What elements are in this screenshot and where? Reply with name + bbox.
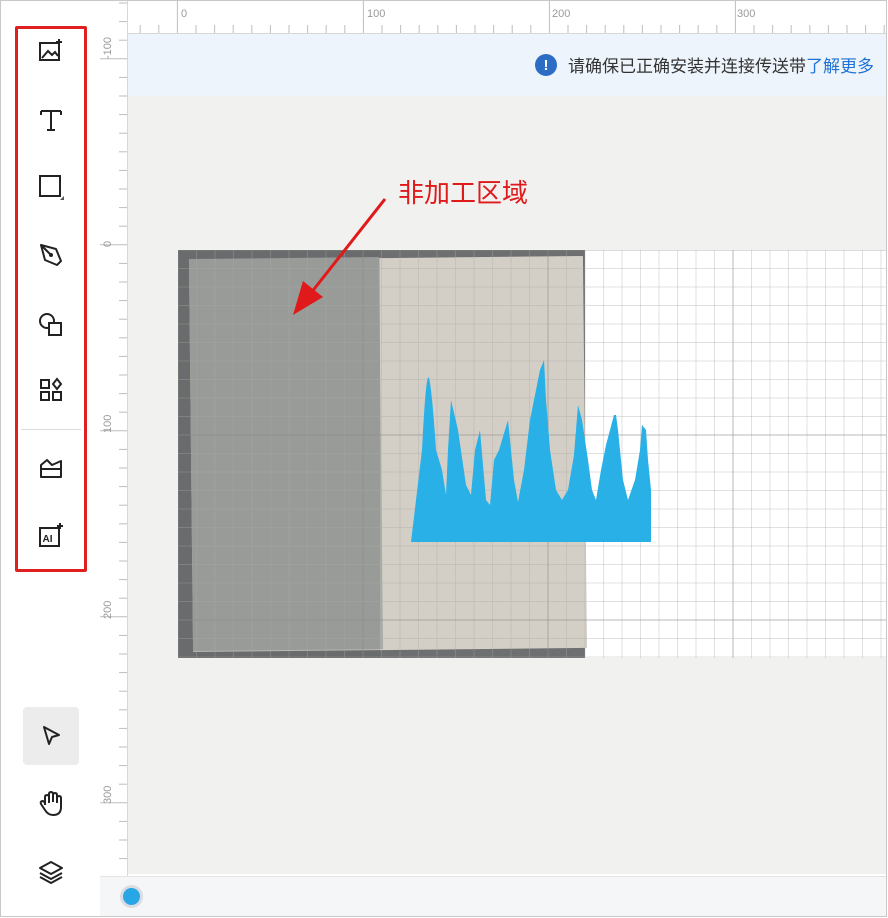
annotation-label: 非加工区域 <box>398 179 529 209</box>
add-image-icon <box>39 39 62 61</box>
elements-grid-icon <box>40 377 63 401</box>
elements-button[interactable] <box>23 362 79 418</box>
svg-text:AI: AI <box>43 534 53 545</box>
bottom-status-bar <box>100 876 886 916</box>
ruler-left-label: -100 <box>102 36 114 59</box>
shapes-icon <box>39 313 62 336</box>
rectangle-icon <box>39 175 64 200</box>
pen-tool-button[interactable] <box>23 227 79 283</box>
app-window: AI 0 100 200 300 -100 0 100 200 300 ! 请确… <box>0 0 887 917</box>
add-image-button[interactable] <box>23 23 79 79</box>
pen-icon <box>40 244 62 266</box>
design-canvas[interactable]: ! 请确保已正确安装并连接传送带了解更多 <box>128 34 886 874</box>
layers-icon <box>39 861 63 884</box>
ruler-top-label: 200 <box>552 8 571 20</box>
cursor-arrow-icon <box>43 726 60 745</box>
notice-banner: ! 请确保已正确安装并连接传送带了解更多 <box>128 34 886 96</box>
toolbar-separator <box>21 429 81 430</box>
shape-tool-button[interactable] <box>23 159 79 215</box>
ruler-left-label: 100 <box>102 414 114 433</box>
materials-button[interactable] <box>23 440 79 496</box>
ruler-left-label: 0 <box>102 240 114 247</box>
ruler-top-label: 100 <box>367 8 386 20</box>
horizontal-ruler[interactable]: 0 100 200 300 <box>100 1 886 34</box>
status-indicator-icon[interactable] <box>123 888 140 905</box>
ruler-top-label: 0 <box>181 8 188 20</box>
vertical-ruler-ticks <box>100 2 127 860</box>
hand-tool-button[interactable] <box>23 776 79 832</box>
info-icon: ! <box>535 54 557 76</box>
annotation-arrow <box>293 198 387 315</box>
material-box-icon <box>40 459 62 478</box>
left-toolbar: AI <box>1 1 101 916</box>
ai-icon: AI <box>39 523 63 547</box>
ai-generate-button[interactable]: AI <box>23 508 79 564</box>
vertical-ruler[interactable]: -100 0 100 200 300 <box>100 1 128 876</box>
hand-icon <box>39 791 62 816</box>
horizontal-ruler-ticks <box>102 1 885 33</box>
select-tool-button[interactable] <box>23 707 79 765</box>
text-tool-button[interactable] <box>23 92 79 148</box>
ruler-top-label: 300 <box>737 8 756 20</box>
learn-more-link[interactable]: 了解更多 <box>806 57 874 76</box>
ruler-left-label: 300 <box>102 785 114 804</box>
layers-button[interactable] <box>23 844 79 900</box>
shapes-library-button[interactable] <box>23 296 79 352</box>
grass-shape[interactable] <box>411 360 651 542</box>
notice-text: 请确保已正确安装并连接传送带 <box>568 57 806 76</box>
ruler-left-label: 200 <box>102 600 114 619</box>
text-icon <box>40 110 62 131</box>
